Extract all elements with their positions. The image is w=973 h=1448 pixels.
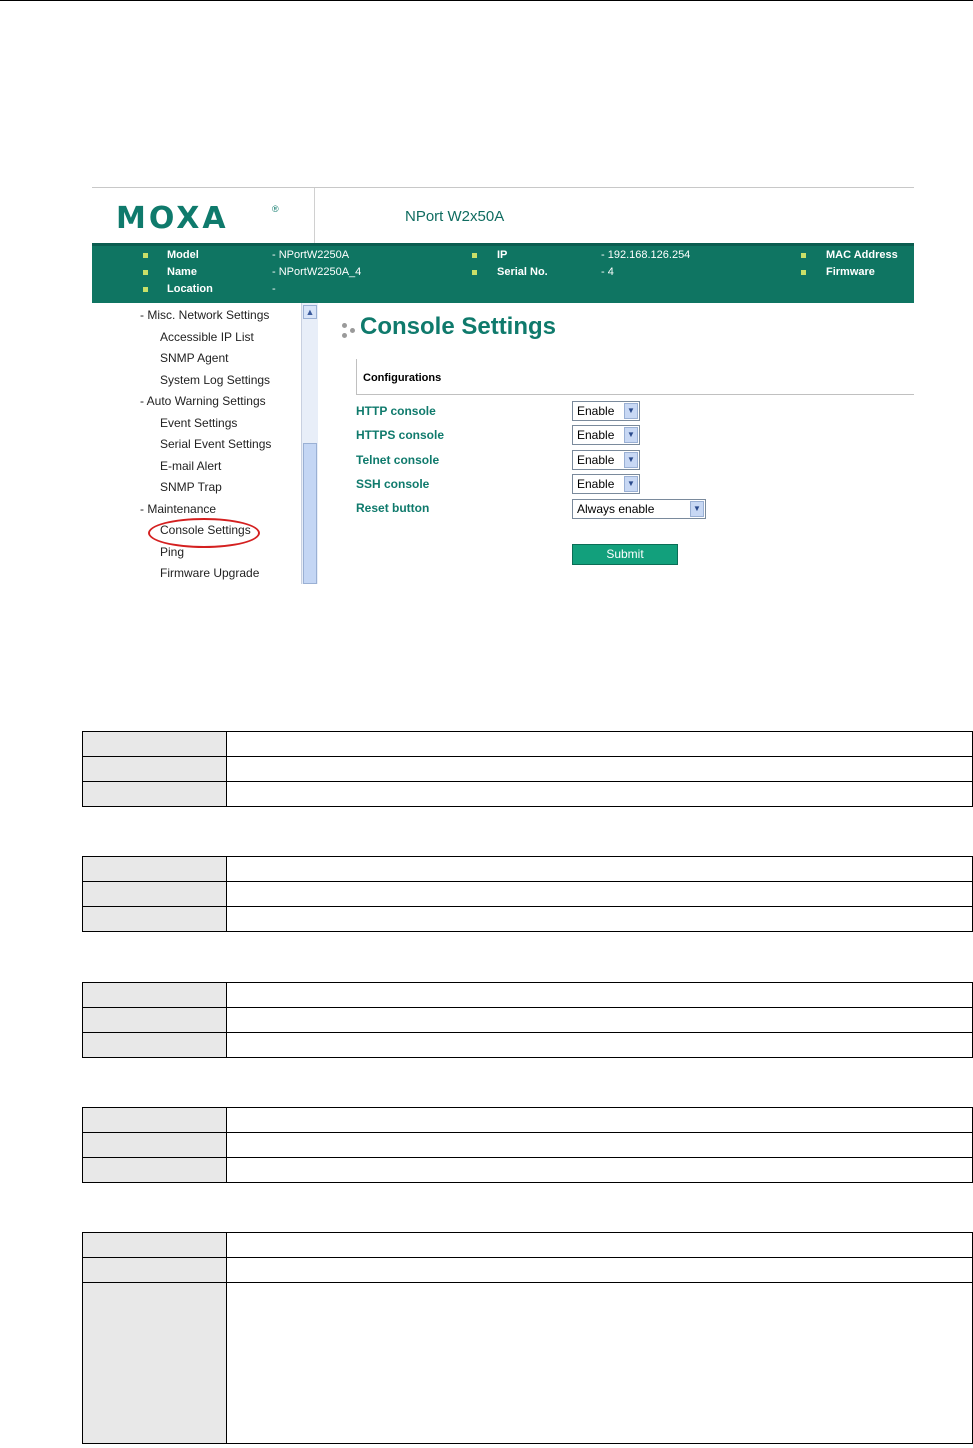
bullet-icon <box>143 253 148 258</box>
section-title: Configurations <box>363 372 442 384</box>
sidebar-item-event-settings[interactable]: Event Settings <box>160 416 237 430</box>
dropdown-arrow-icon: ▼ <box>690 501 704 517</box>
https-console-label: HTTPS console <box>356 428 445 442</box>
bullet-icon <box>472 253 477 258</box>
bullet-icon <box>472 270 477 275</box>
select-value: Enable <box>577 477 615 491</box>
ui-screenshot: MOXA ® NPort W2x50A Model - NPortW2250A … <box>92 187 914 584</box>
dropdown-arrow-icon: ▼ <box>624 427 638 443</box>
select-value: Enable <box>577 453 615 467</box>
https-console-select[interactable]: Enable ▼ <box>572 425 640 445</box>
page-title: Console Settings <box>360 313 557 340</box>
sidebar-nav: - Misc. Network Settings Accessible IP L… <box>92 303 301 584</box>
location-label: Location <box>167 283 213 295</box>
highlight-circle <box>148 518 260 548</box>
https-console-table <box>82 856 973 932</box>
reset-button-table <box>82 1232 973 1444</box>
http-console-label: HTTP console <box>356 404 436 418</box>
registered-mark: ® <box>272 204 279 214</box>
logo-area: MOXA ® <box>92 188 315 243</box>
sidebar-item-accessible-ip[interactable]: Accessible IP List <box>160 330 254 344</box>
sidebar-item-maintenance[interactable]: - Maintenance <box>140 502 216 516</box>
serial-label: Serial No. <box>497 266 548 278</box>
device-info-banner: Model - NPortW2250A Name - NPortW2250A_4… <box>92 243 914 303</box>
reset-button-select[interactable]: Always enable ▼ <box>572 499 706 519</box>
scroll-thumb[interactable] <box>303 443 317 584</box>
configurations-section: Configurations <box>356 359 914 395</box>
page-top-rule <box>0 0 973 1</box>
sidebar-item-system-log[interactable]: System Log Settings <box>160 373 270 387</box>
bullet-icon <box>143 270 148 275</box>
sidebar-item-snmp-trap[interactable]: SNMP Trap <box>160 480 222 494</box>
telnet-console-label: Telnet console <box>356 453 440 467</box>
reset-button-label: Reset button <box>356 501 430 515</box>
sidebar-item-serial-event[interactable]: Serial Event Settings <box>160 437 271 451</box>
name-label: Name <box>167 266 197 278</box>
dropdown-arrow-icon: ▼ <box>624 476 638 492</box>
select-value: Always enable <box>577 502 655 516</box>
sidebar-item-email-alert[interactable]: E-mail Alert <box>160 459 221 473</box>
dropdown-arrow-icon: ▼ <box>624 403 638 419</box>
ip-value: - 192.168.126.254 <box>601 249 691 261</box>
sidebar-item-auto-warning[interactable]: - Auto Warning Settings <box>140 394 266 408</box>
sidebar-item-snmp-agent[interactable]: SNMP Agent <box>160 351 228 365</box>
main-content: Console Settings Configurations HTTP con… <box>318 303 914 584</box>
select-value: Enable <box>577 428 615 442</box>
mac-label: MAC Address <box>826 249 898 261</box>
sidebar-item-firmware-upgrade[interactable]: Firmware Upgrade <box>160 566 259 580</box>
bullet-icon <box>801 253 806 258</box>
bullet-dots-icon <box>342 323 358 339</box>
firmware-label: Firmware <box>826 266 875 278</box>
header-title-area: NPort W2x50A <box>315 188 914 243</box>
scroll-up-arrow-icon[interactable]: ▲ <box>303 305 317 319</box>
http-console-table <box>82 731 973 807</box>
serial-value: - 4 <box>601 266 614 278</box>
bullet-icon <box>143 287 148 292</box>
product-name: NPort W2x50A <box>405 208 505 225</box>
sidebar-scrollbar[interactable]: ▲ <box>301 303 318 584</box>
model-value: - NPortW2250A <box>272 249 350 261</box>
http-console-select[interactable]: Enable ▼ <box>572 401 640 421</box>
select-value: Enable <box>577 404 615 418</box>
model-label: Model <box>167 249 199 261</box>
ssh-console-table <box>82 1107 973 1183</box>
location-value: - <box>272 283 276 295</box>
submit-button[interactable]: Submit <box>572 544 678 565</box>
telnet-console-table <box>82 982 973 1058</box>
moxa-logo: MOXA <box>116 201 229 236</box>
sidebar-item-misc-network[interactable]: - Misc. Network Settings <box>140 308 269 322</box>
name-value: - NPortW2250A_4 <box>272 266 362 278</box>
sidebar-item-ping[interactable]: Ping <box>160 545 184 559</box>
dropdown-arrow-icon: ▼ <box>624 452 638 468</box>
ip-label: IP <box>497 249 508 261</box>
ssh-console-label: SSH console <box>356 477 430 491</box>
ssh-console-select[interactable]: Enable ▼ <box>572 474 640 494</box>
bullet-icon <box>801 270 806 275</box>
telnet-console-select[interactable]: Enable ▼ <box>572 450 640 470</box>
